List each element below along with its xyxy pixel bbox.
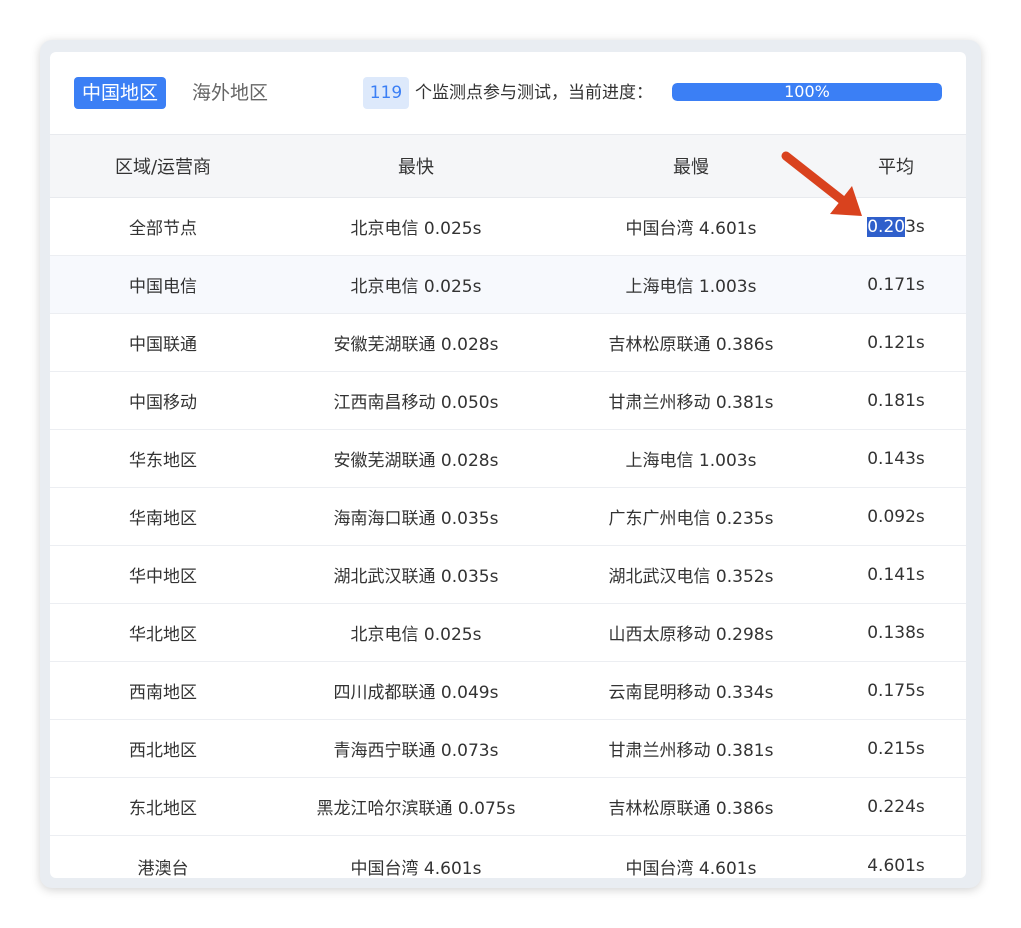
cell-fastest: 中国台湾 4.601s xyxy=(350,858,482,879)
cell-region: 中国移动 xyxy=(50,371,276,430)
cell-fastest: 黑龙江哈尔滨联通 0.075s xyxy=(276,777,556,836)
selected-text[interactable]: 0.20 xyxy=(867,216,906,237)
cell-region: 华中地区 xyxy=(50,545,276,604)
cell-slowest: 广东广州电信 0.235s xyxy=(556,487,826,546)
cell-average: 0.224s xyxy=(826,777,966,836)
cell-region: 全部节点 xyxy=(50,197,276,256)
cell-region: 华北地区 xyxy=(50,603,276,662)
cell-slowest: 中国台湾 4.601s xyxy=(625,858,757,879)
cell-slowest: 山西太原移动 0.298s xyxy=(556,603,826,662)
cell-slowest: 上海电信 1.003s xyxy=(556,255,826,314)
cell-average: 0.175s xyxy=(826,661,966,720)
cell-average: 0.143s xyxy=(826,429,966,488)
cell-region: 中国联通 xyxy=(50,313,276,372)
cell-average: 4.601s xyxy=(867,856,925,876)
table-row: 中国电信 北京电信 0.025s 上海电信 1.003s 0.171s xyxy=(50,255,966,314)
table-row: 西北地区 青海西宁联通 0.073s 甘肃兰州移动 0.381s 0.215s xyxy=(50,719,966,778)
panel-header: 中国地区 海外地区 119 个监测点参与测试，当前进度： 100% xyxy=(50,52,966,134)
results-table: 区域/运营商 最快 最慢 平均 全部节点 北京电信 0.025s 中国台湾 4.… xyxy=(50,134,966,878)
table-row: 华北地区 北京电信 0.025s 山西太原移动 0.298s 0.138s xyxy=(50,603,966,662)
cell-fastest: 北京电信 0.025s xyxy=(276,197,556,256)
cell-fastest: 北京电信 0.025s xyxy=(276,603,556,662)
cell-fastest: 江西南昌移动 0.050s xyxy=(276,371,556,430)
cell-region: 中国电信 xyxy=(50,255,276,314)
progress-description: 个监测点参与测试，当前进度： xyxy=(415,83,653,103)
table-row: 中国联通 安徽芜湖联通 0.028s 吉林松原联通 0.386s 0.121s xyxy=(50,313,966,372)
table-row: 中国移动 江西南昌移动 0.050s 甘肃兰州移动 0.381s 0.181s xyxy=(50,371,966,430)
cell-fastest: 安徽芜湖联通 0.028s xyxy=(276,313,556,372)
tab-overseas[interactable]: 海外地区 xyxy=(184,77,276,109)
header-fastest: 最快 xyxy=(276,134,556,198)
cell-region: 华东地区 xyxy=(50,429,276,488)
unselected-text[interactable]: 3s xyxy=(905,217,925,237)
table-row: 西南地区 四川成都联通 0.049s 云南昆明移动 0.334s 0.175s xyxy=(50,661,966,720)
cell-fastest: 湖北武汉联通 0.035s xyxy=(276,545,556,604)
table-row: 华东地区 安徽芜湖联通 0.028s 上海电信 1.003s 0.143s xyxy=(50,429,966,488)
cell-region: 港澳台 xyxy=(137,858,189,879)
cell-fastest: 海南海口联通 0.035s xyxy=(276,487,556,546)
header-region: 区域/运营商 xyxy=(50,134,276,198)
cell-region: 西南地区 xyxy=(50,661,276,720)
cell-fastest: 四川成都联通 0.049s xyxy=(276,661,556,720)
cell-slowest: 湖北武汉电信 0.352s xyxy=(556,545,826,604)
progress-label: 100% xyxy=(784,83,830,101)
cell-fastest: 安徽芜湖联通 0.028s xyxy=(276,429,556,488)
cell-fastest: 北京电信 0.025s xyxy=(276,255,556,314)
cell-average: 0.092s xyxy=(826,487,966,546)
table-row: 华中地区 湖北武汉联通 0.035s 湖北武汉电信 0.352s 0.141s xyxy=(50,545,966,604)
cell-slowest: 云南昆明移动 0.334s xyxy=(556,661,826,720)
cell-slowest: 上海电信 1.003s xyxy=(556,429,826,488)
cell-average: 0.138s xyxy=(826,603,966,662)
cell-average: 0.181s xyxy=(826,371,966,430)
cell-fastest: 青海西宁联通 0.073s xyxy=(276,719,556,778)
cell-region: 华南地区 xyxy=(50,487,276,546)
cell-slowest: 甘肃兰州移动 0.381s xyxy=(556,719,826,778)
cell-average: 0.215s xyxy=(826,719,966,778)
cell-slowest: 吉林松原联通 0.386s xyxy=(556,313,826,372)
cell-region: 西北地区 xyxy=(50,719,276,778)
progress-bar: 100% xyxy=(672,83,942,101)
arrow-pointer-icon xyxy=(781,151,862,216)
cell-average: 0.171s xyxy=(826,255,966,314)
cell-slowest: 吉林松原联通 0.386s xyxy=(556,777,826,836)
cell-average: 0.141s xyxy=(826,545,966,604)
table-row: 华南地区 海南海口联通 0.035s 广东广州电信 0.235s 0.092s xyxy=(50,487,966,546)
cell-slowest: 甘肃兰州移动 0.381s xyxy=(556,371,826,430)
table-row: 港澳台 中国台湾 4.601s 中国台湾 4.601s 4.601s xyxy=(50,836,966,879)
tab-china[interactable]: 中国地区 xyxy=(74,77,167,109)
cell-region: 东北地区 xyxy=(50,777,276,836)
table-row: 东北地区 黑龙江哈尔滨联通 0.075s 吉林松原联通 0.386s 0.224… xyxy=(50,777,966,836)
monitor-count-badge: 119 xyxy=(363,77,409,109)
cell-average: 0.121s xyxy=(826,313,966,372)
